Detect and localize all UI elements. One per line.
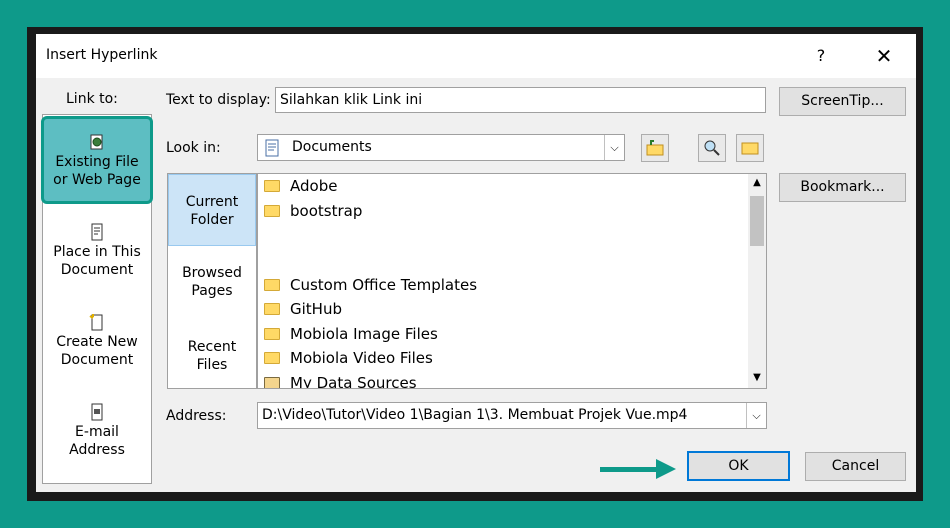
- file-name: bootstrap: [290, 202, 363, 220]
- nav-recent-files-line1: Recent: [187, 339, 237, 355]
- link-to-place-line2: Document: [60, 262, 134, 278]
- ok-button[interactable]: OK: [687, 451, 790, 481]
- file-list-scrollbar[interactable]: ▲ ▼: [748, 174, 766, 388]
- list-item[interactable]: Custom Office Templates: [264, 274, 477, 296]
- file-name: Mobiola Video Files: [290, 349, 433, 367]
- file-name: Mobiola Image Files: [290, 325, 438, 343]
- place-in-document-icon: [91, 223, 103, 241]
- link-to-label: Link to:: [66, 91, 118, 107]
- data-sources-icon: [264, 377, 280, 388]
- nav-browsed-pages-line1: Browsed: [182, 265, 242, 281]
- file-list: Adobe bootstrap Custom Office Templates …: [257, 173, 767, 389]
- nav-current-folder[interactable]: Current Folder: [168, 174, 256, 246]
- folder-icon: [264, 205, 280, 217]
- documents-icon: [265, 139, 279, 157]
- cancel-button[interactable]: Cancel: [805, 452, 906, 481]
- open-folder-icon: [741, 142, 759, 155]
- nav-recent-files[interactable]: Recent Files: [168, 338, 256, 374]
- list-item[interactable]: Mobiola Image Files: [264, 323, 438, 345]
- look-in-navigation: Current Folder Browsed Pages Recent File…: [167, 173, 257, 389]
- look-in-label: Look in:: [166, 140, 221, 156]
- look-in-combo[interactable]: Documents ⌵: [257, 134, 625, 161]
- link-to-create-line1: Create New: [56, 334, 138, 350]
- list-item[interactable]: My Data Sources: [264, 372, 417, 389]
- nav-browsed-pages[interactable]: Browsed Pages: [168, 264, 256, 300]
- insert-hyperlink-dialog: Insert Hyperlink ? ✕ Link to: Existing F…: [36, 34, 916, 492]
- folder-icon: [264, 328, 280, 340]
- chevron-down-icon[interactable]: ⌵: [746, 403, 766, 428]
- nav-recent-files-line2: Files: [196, 357, 228, 373]
- look-in-value: Documents: [292, 139, 372, 155]
- address-combo[interactable]: D:\Video\Tutor\Video 1\Bagian 1\3. Membu…: [257, 402, 767, 429]
- link-to-existing-file[interactable]: Existing File or Web Page: [43, 133, 151, 189]
- link-to-existing-file-line2: or Web Page: [53, 172, 141, 188]
- list-item[interactable]: Adobe: [264, 175, 337, 197]
- link-to-create-line2: Document: [60, 352, 134, 368]
- bookmark-button[interactable]: Bookmark...: [779, 173, 906, 202]
- text-to-display-input[interactable]: [275, 87, 766, 113]
- link-to-existing-file-line1: Existing File: [55, 154, 139, 170]
- link-to-place-in-document[interactable]: Place in This Document: [43, 223, 151, 279]
- dialog-title: Insert Hyperlink: [46, 47, 158, 63]
- scroll-thumb[interactable]: [750, 196, 764, 246]
- link-to-place-line1: Place in This: [53, 244, 141, 260]
- list-item[interactable]: bootstrap: [264, 200, 362, 222]
- folder-icon: [264, 303, 280, 315]
- folder-icon: [264, 352, 280, 364]
- help-button[interactable]: ?: [806, 42, 836, 70]
- file-name: My Data Sources: [290, 374, 417, 389]
- list-item[interactable]: Mobiola Video Files: [264, 347, 433, 369]
- close-button[interactable]: ✕: [866, 42, 902, 70]
- nav-current-folder-line2: Folder: [190, 212, 234, 228]
- link-to-panel: Existing File or Web Page Place in This …: [41, 114, 153, 484]
- scroll-up-icon[interactable]: ▲: [748, 177, 766, 188]
- up-one-folder-button[interactable]: [641, 134, 669, 162]
- folder-icon: [264, 180, 280, 192]
- file-name: Adobe: [290, 177, 338, 195]
- file-name: GitHub: [290, 300, 342, 318]
- text-to-display-label: Text to display:: [166, 92, 271, 108]
- nav-current-folder-line1: Current: [185, 194, 239, 210]
- folder-icon: [264, 279, 280, 291]
- link-to-email-line2: Address: [69, 442, 125, 458]
- new-document-icon: [89, 314, 103, 331]
- browse-web-button[interactable]: [698, 134, 726, 162]
- address-label: Address:: [166, 408, 227, 424]
- scroll-down-icon[interactable]: ▼: [748, 372, 766, 383]
- existing-file-icon: [90, 134, 103, 150]
- browse-file-button[interactable]: [736, 134, 764, 162]
- link-to-email-address[interactable]: E-mail Address: [43, 403, 151, 459]
- file-name: Custom Office Templates: [290, 276, 478, 294]
- pointer-arrow-shaft: [600, 467, 658, 472]
- up-folder-icon: [646, 140, 664, 156]
- screentip-button[interactable]: ScreenTip...: [779, 87, 906, 116]
- browse-web-icon: [704, 140, 720, 156]
- link-to-create-new-document[interactable]: Create New Document: [43, 313, 151, 369]
- chevron-down-icon[interactable]: ⌵: [604, 135, 624, 160]
- address-value: D:\Video\Tutor\Video 1\Bagian 1\3. Membu…: [262, 407, 688, 423]
- nav-browsed-pages-line2: Pages: [191, 283, 233, 299]
- link-to-email-line1: E-mail: [75, 424, 119, 440]
- title-bar: Insert Hyperlink ? ✕: [36, 34, 916, 78]
- list-item[interactable]: GitHub: [264, 298, 342, 320]
- pointer-arrow-icon: [656, 459, 676, 479]
- email-icon: [91, 403, 103, 421]
